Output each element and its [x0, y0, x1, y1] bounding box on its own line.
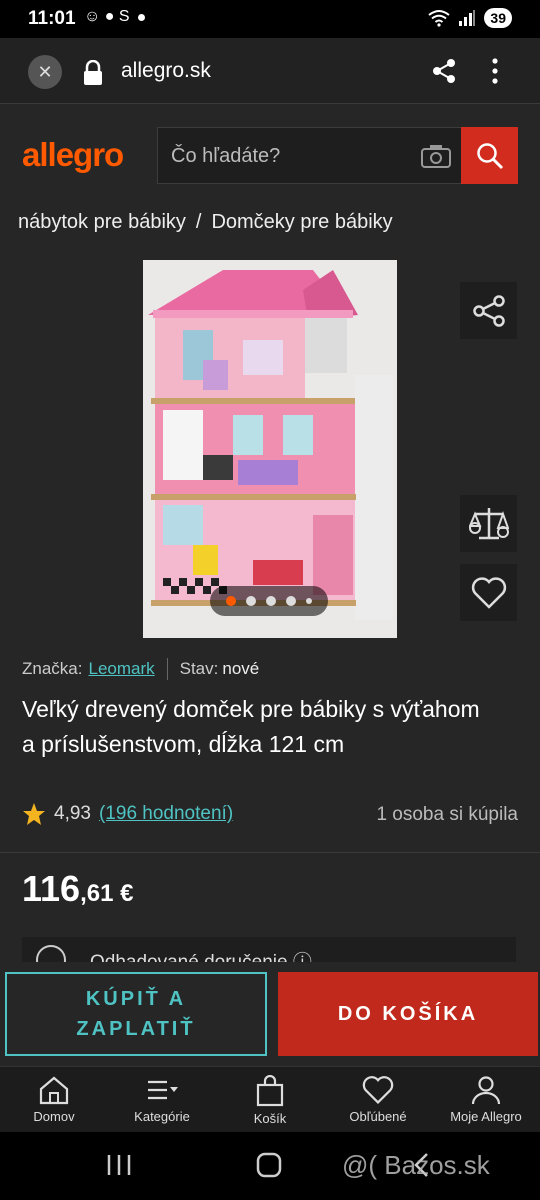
- rating: 4,93 (196 hodnotení): [22, 802, 233, 826]
- more-menu-icon[interactable]: [490, 56, 500, 86]
- wifi-icon: [428, 10, 451, 27]
- rating-value: 4,93: [54, 803, 91, 824]
- nav-label: Domov: [33, 1109, 75, 1124]
- pagination-dot[interactable]: [306, 598, 312, 604]
- recent-apps-icon[interactable]: [106, 1154, 132, 1176]
- pagination-dot[interactable]: [266, 596, 276, 606]
- share-button[interactable]: [460, 282, 517, 339]
- heart-icon: [471, 576, 506, 609]
- share-icon: [472, 294, 505, 327]
- menu-icon: [148, 1080, 178, 1100]
- nav-favorites[interactable]: Obľúbené: [324, 1075, 432, 1124]
- brand-label: Značka:: [22, 659, 83, 678]
- nav-label: Kategórie: [134, 1109, 190, 1124]
- brand-link[interactable]: Leomark: [88, 659, 154, 679]
- nav-categories[interactable]: Kategórie: [108, 1075, 216, 1124]
- battery-indicator: 39: [484, 8, 512, 28]
- browser-url-bar: ✕ allegro.sk: [0, 38, 540, 104]
- condition-value: nové: [222, 659, 260, 678]
- signal-icon: [459, 10, 476, 26]
- pagination-dot[interactable]: [226, 596, 236, 606]
- star-icon: [23, 803, 45, 825]
- scales-icon: [468, 507, 509, 539]
- search-icon: [476, 142, 503, 169]
- status-right: 39: [428, 8, 512, 28]
- search-placeholder: Čo hľadáte?: [171, 145, 281, 167]
- allegro-logo[interactable]: allegro: [22, 136, 124, 174]
- product-image[interactable]: [143, 260, 397, 638]
- delivery-info[interactable]: Odhadované doručenie ⓘ: [22, 937, 516, 962]
- nav-account[interactable]: Moje Allegro: [432, 1075, 540, 1124]
- meta-divider: [166, 658, 168, 680]
- favorite-button[interactable]: [460, 564, 517, 621]
- pagination-dot[interactable]: [286, 596, 296, 606]
- price-main: 116: [22, 868, 81, 909]
- product-title: Veľký drevený domček pre bábiky s výťaho…: [22, 696, 480, 757]
- product-meta: Značka: Leomark Stav: nové: [22, 658, 259, 680]
- nav-home[interactable]: Domov: [0, 1075, 108, 1124]
- add-to-cart-button[interactable]: DO KOŠÍKA: [278, 972, 538, 1056]
- clock-icon: [36, 945, 66, 962]
- reviews-link[interactable]: (196 hodnotení): [99, 803, 233, 825]
- watermark: @( Bazos.sk: [342, 1150, 490, 1180]
- close-icon: ✕: [37, 61, 53, 82]
- bottom-navigation: Domov Kategórie Košík Obľúbené Moje Alle…: [0, 1066, 540, 1132]
- notification-dot-icon: [137, 13, 145, 21]
- divider: [0, 852, 540, 853]
- buy-now-button[interactable]: KÚPIŤ A ZAPLATIŤ: [5, 972, 267, 1056]
- price: 116,61 €: [22, 868, 133, 910]
- breadcrumb-item[interactable]: Domčeky pre bábiky: [211, 211, 392, 233]
- camera-icon[interactable]: [421, 144, 451, 168]
- notification-icons: ☺ ● S: [84, 8, 145, 26]
- status-bar: 11:01 ☺ ● S 39: [0, 0, 540, 38]
- status-time: 11:01: [28, 8, 76, 29]
- compare-button[interactable]: [460, 495, 517, 552]
- lock-icon: [84, 60, 102, 85]
- product-page: allegro Čo hľadáte? nábytok pre bábiky / D…: [0, 104, 540, 962]
- share-icon[interactable]: [432, 58, 456, 84]
- breadcrumb-separator: /: [195, 211, 202, 233]
- pagination-dot[interactable]: [246, 596, 256, 606]
- condition-label: Stav:: [179, 659, 219, 678]
- home-button-icon[interactable]: [256, 1152, 282, 1178]
- home-icon: [39, 1076, 69, 1105]
- nav-label: Obľúbené: [349, 1109, 407, 1124]
- image-pagination[interactable]: [210, 586, 328, 616]
- delivery-text: Odhadované doručenie ⓘ: [90, 947, 312, 962]
- user-icon: [471, 1076, 501, 1105]
- heart-icon: [362, 1076, 394, 1105]
- close-tab-button[interactable]: ✕: [28, 55, 62, 89]
- dollhouse-image: [143, 260, 397, 638]
- price-cents: ,61 €: [80, 880, 134, 907]
- cart-bag-icon: [256, 1075, 284, 1107]
- nav-label: Moje Allegro: [450, 1109, 522, 1124]
- breadcrumb: nábytok pre bábiky / Domčeky pre bábiky: [18, 211, 393, 234]
- bought-count: 1 osoba si kúpila: [376, 804, 518, 825]
- nav-label: Košík: [253, 1111, 287, 1126]
- nav-cart[interactable]: Košík: [216, 1075, 324, 1126]
- url-text[interactable]: allegro.sk: [121, 59, 211, 83]
- breadcrumb-item[interactable]: nábytok pre bábiky: [18, 211, 186, 233]
- search-button[interactable]: [461, 127, 518, 184]
- action-bar: KÚPIŤ A ZAPLATIŤ DO KOŠÍKA: [0, 962, 540, 1066]
- search-input[interactable]: Čo hľadáte?: [157, 127, 463, 184]
